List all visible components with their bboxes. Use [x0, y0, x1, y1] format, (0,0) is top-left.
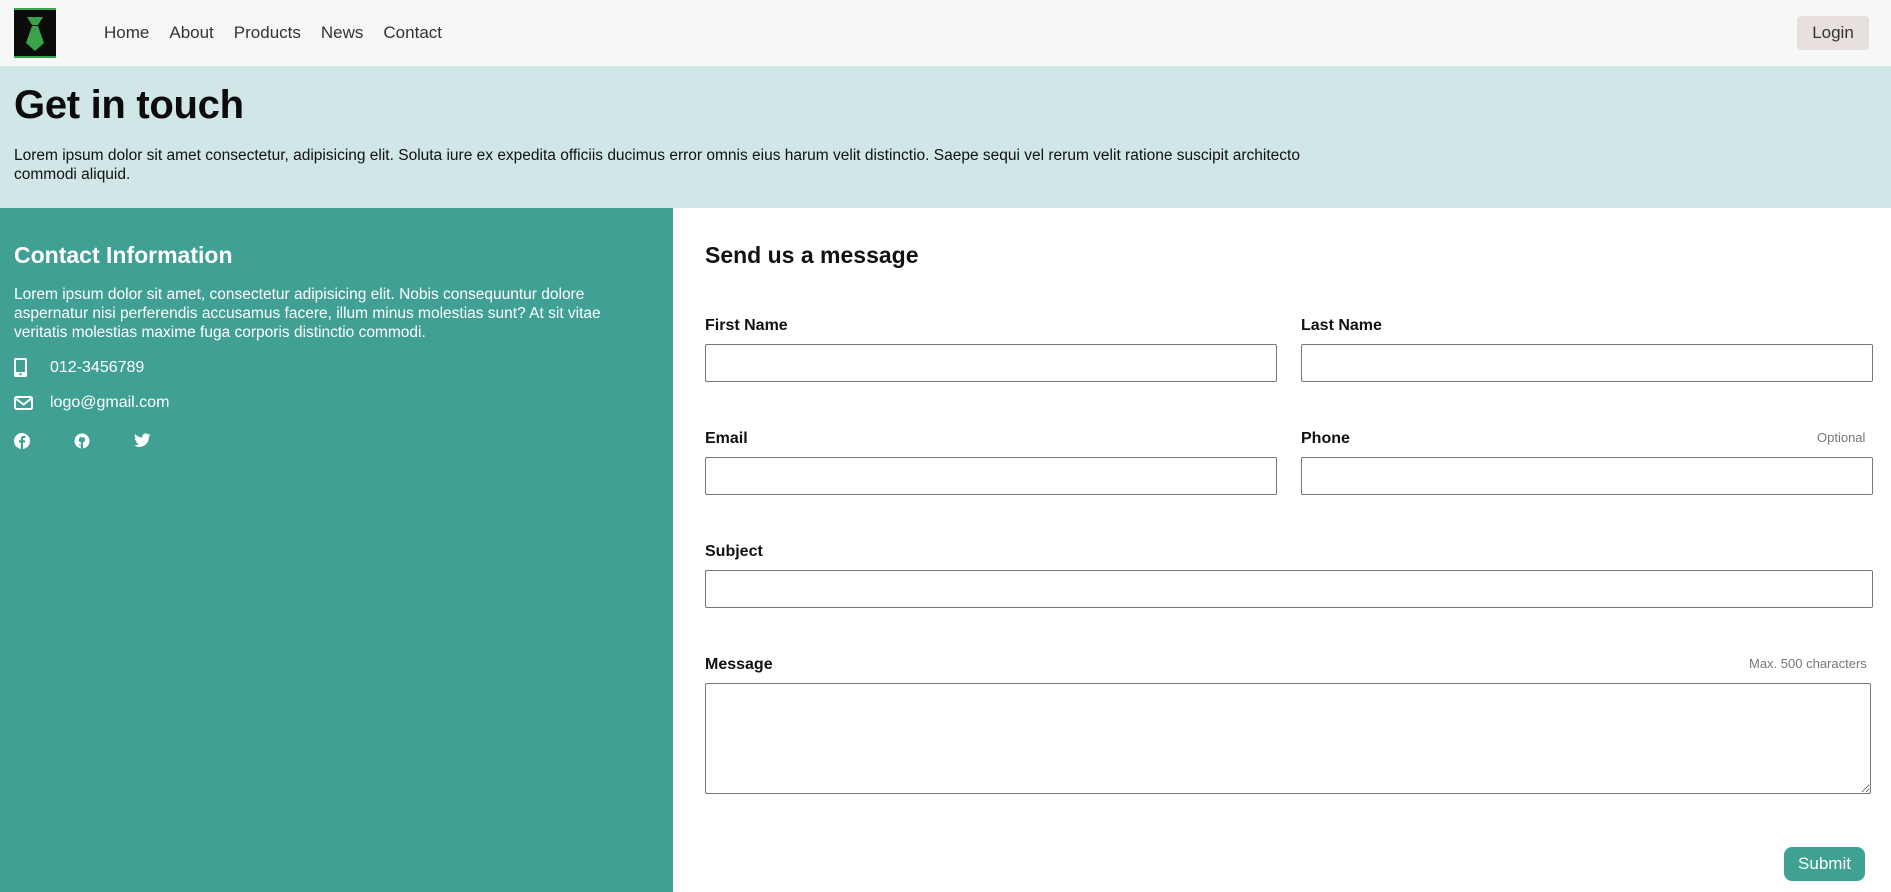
- page-title: Get in touch: [14, 83, 244, 127]
- subject-input[interactable]: [705, 570, 1873, 608]
- submit-button[interactable]: Submit: [1784, 847, 1865, 881]
- social-links: [14, 433, 194, 449]
- top-navbar: Home About Products News Contact Login: [0, 0, 1891, 66]
- phone-row: 012-3456789: [14, 358, 144, 377]
- envelope-icon: [14, 396, 33, 410]
- hero-description: Lorem ipsum dolor sit amet consectetur, …: [14, 147, 1300, 183]
- nav-link-news[interactable]: News: [321, 23, 364, 43]
- phone-input[interactable]: [1301, 457, 1873, 495]
- message-form: Send us a message First Name Last Name E…: [673, 208, 1891, 892]
- subject-label: Subject: [705, 543, 763, 560]
- nav-link-products[interactable]: Products: [234, 23, 301, 43]
- phone-number: 012-3456789: [50, 358, 145, 376]
- contact-information-text: Lorem ipsum dolor sit amet, consectetur …: [14, 286, 601, 341]
- message-textarea[interactable]: [705, 683, 1871, 794]
- last-name-input[interactable]: [1301, 344, 1873, 382]
- twitter-icon[interactable]: [134, 433, 151, 449]
- nav-link-about[interactable]: About: [169, 23, 213, 43]
- mobile-phone-icon: [14, 358, 27, 377]
- first-name-label: First Name: [705, 317, 788, 334]
- contact-information-panel: Contact Information Lorem ipsum dolor si…: [0, 208, 673, 892]
- first-name-input[interactable]: [705, 344, 1277, 382]
- login-button[interactable]: Login: [1797, 16, 1869, 50]
- github-icon[interactable]: [74, 433, 90, 449]
- email-label: Email: [705, 430, 748, 447]
- contact-information-title: Contact Information: [14, 242, 233, 268]
- facebook-icon[interactable]: [14, 433, 30, 449]
- phone-optional-hint: Optional: [1817, 430, 1866, 445]
- message-label: Message: [705, 656, 773, 673]
- email-row: logo@gmail.com: [14, 394, 169, 411]
- nav-link-contact[interactable]: Contact: [383, 23, 442, 43]
- nav-link-home[interactable]: Home: [104, 23, 149, 43]
- logo[interactable]: [14, 8, 56, 58]
- tie-logo-icon: [26, 17, 44, 51]
- email-input[interactable]: [705, 457, 1277, 495]
- form-title: Send us a message: [705, 242, 919, 268]
- message-max-hint: Max. 500 characters: [1749, 656, 1867, 671]
- hero-banner: Get in touch Lorem ipsum dolor sit amet …: [0, 66, 1891, 208]
- main-nav: Home About Products News Contact: [104, 0, 462, 66]
- phone-label: Phone: [1301, 430, 1350, 447]
- last-name-label: Last Name: [1301, 317, 1382, 334]
- email-address: logo@gmail.com: [50, 394, 170, 411]
